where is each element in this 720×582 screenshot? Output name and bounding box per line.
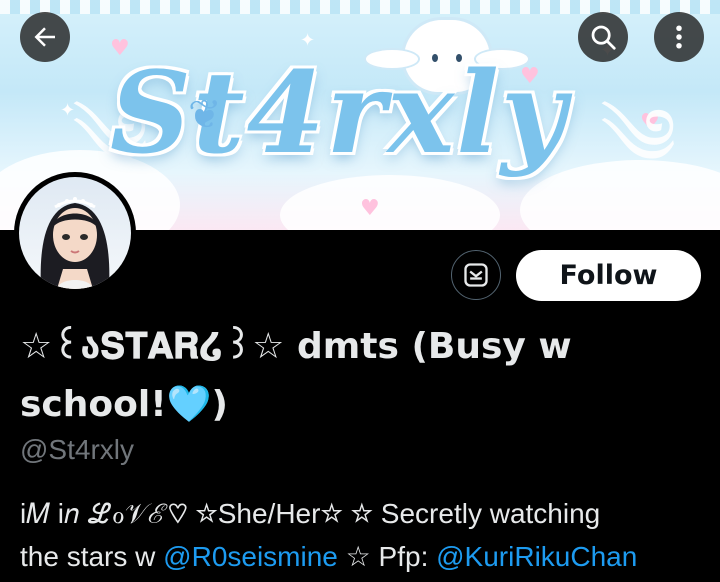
heart-icon: ♥ (360, 196, 380, 221)
display-name: ☆꒰ა𝐒𝐓𝐀𝐑໒꒱☆ dmts (Busy w school!🩵) (20, 326, 572, 425)
more-vertical-icon (676, 25, 682, 49)
avatar[interactable] (14, 172, 136, 294)
handle: @St4rxly (20, 434, 134, 465)
arrow-left-icon (34, 27, 55, 47)
wing-icon: ༄ (600, 91, 677, 184)
avatar-image (19, 177, 131, 289)
bio-text: ☆ Pfp: (337, 541, 437, 572)
bio-text: the stars w (20, 541, 164, 572)
search-button[interactable] (578, 12, 628, 62)
banner-title: St4rxly (110, 48, 568, 179)
search-icon (591, 25, 616, 50)
follow-button[interactable]: Follow (516, 250, 701, 301)
message-button[interactable] (451, 250, 501, 300)
mention-link[interactable]: @KuriRikuChan (436, 541, 637, 572)
more-button[interactable] (654, 12, 704, 62)
banner-cloud (280, 175, 500, 230)
mail-icon (464, 263, 488, 287)
bow-icon: ❦ (188, 92, 222, 138)
avatar-illustration (40, 197, 110, 289)
bio-line: i𝑀 i𝑛 ℒℴ𝒱ℰ♡ ☆She/Her☆ ☆ Secretly watchin… (20, 498, 601, 529)
bio-line: the stars w @R0seismine ☆ Pfp: @KuriRiku… (20, 535, 710, 578)
banner-lace-border (0, 0, 720, 14)
mention-link[interactable]: @R0seismine (163, 541, 338, 572)
back-button[interactable] (20, 12, 70, 62)
bio: i𝑀 i𝑛 ℒℴ𝒱ℰ♡ ☆She/Her☆ ☆ Secretly watchin… (20, 492, 710, 578)
